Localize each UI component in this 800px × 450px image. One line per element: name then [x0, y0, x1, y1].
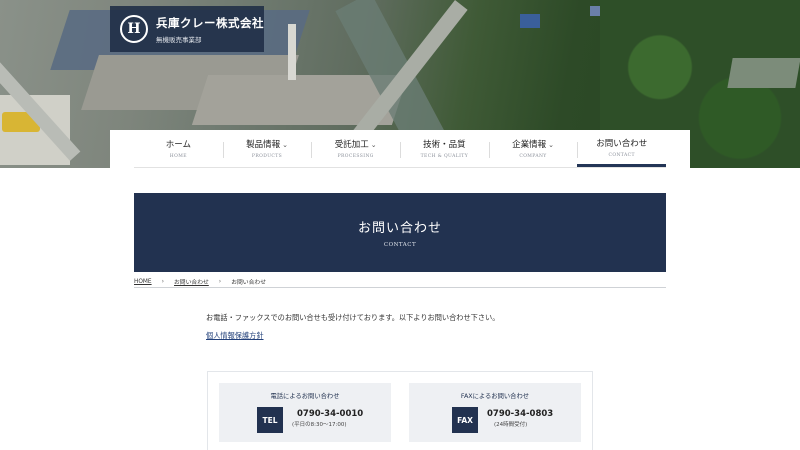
fax-number: 0790-34-0803: [487, 409, 554, 419]
breadcrumb: HOME › お問い合わせ › お問い合わせ: [134, 277, 266, 286]
nav-label: お問い合わせ: [596, 138, 648, 149]
breadcrumb-home-link[interactable]: HOME: [134, 279, 152, 285]
global-nav: ホーム HOME 製品情報 ⌄ PRODUCTS 受託加工 ⌄ PROCESSING…: [134, 130, 667, 168]
division-name: 無機販売事業部: [156, 35, 202, 44]
nav-label: 受託加工 ⌄: [334, 140, 377, 150]
chevron-down-icon: ⌄: [370, 141, 377, 149]
fax-contact-card: FAXによるお問い合わせ FAX 0790-34-0803 (24時間受付): [409, 383, 581, 442]
nav-item-contact[interactable]: お問い合わせ CONTACT: [577, 130, 667, 167]
logo-mark-icon: H: [120, 15, 148, 43]
fax-badge-icon: FAX: [452, 407, 478, 433]
nav-sublabel: PROCESSING: [337, 154, 374, 159]
privacy-policy-link[interactable]: 個人情報保護方針: [206, 331, 264, 341]
site-logo[interactable]: H 兵庫クレー株式会社 無機販売事業部: [110, 6, 264, 52]
fax-hours-note: (24時間受付): [494, 422, 528, 428]
breadcrumb-separator: ›: [218, 278, 222, 285]
tel-contact-card: 電話によるお問い合わせ TEL 0790-34-0010 (平日の8:30〜17…: [219, 383, 391, 442]
tel-card-title: 電話によるお問い合わせ: [270, 393, 340, 400]
nav-item-processing[interactable]: 受託加工 ⌄ PROCESSING: [311, 130, 400, 167]
nav-label: ホーム: [165, 140, 191, 150]
nav-item-products[interactable]: 製品情報 ⌄ PRODUCTS: [222, 130, 312, 167]
hero-building: [520, 14, 540, 28]
page-subtitle: CONTACT: [383, 242, 417, 248]
hero-tower: [288, 24, 296, 80]
company-name: 兵庫クレー株式会社: [156, 15, 264, 30]
nav-label: 製品情報 ⌄: [246, 140, 288, 150]
chevron-down-icon: ⌄: [548, 141, 554, 149]
breadcrumb-separator: ›: [161, 278, 164, 285]
logo-text: 兵庫クレー株式会社 無機販売事業部: [156, 15, 264, 44]
breadcrumb-divider: [134, 287, 666, 288]
breadcrumb-parent-link[interactable]: お問い合わせ: [174, 277, 209, 286]
nav-item-tech-quality[interactable]: 技術・品質 TECH & QUALITY: [400, 130, 489, 167]
nav-item-home[interactable]: ホーム HOME: [134, 130, 223, 167]
fax-card-title: FAXによるお問い合わせ: [460, 393, 530, 400]
page-title: お問い合わせ: [357, 221, 442, 236]
nav-item-company[interactable]: 企業情報 ⌄ COMPANY: [488, 130, 578, 167]
tel-hours-note: (平日の8:30〜17:00): [292, 422, 347, 428]
nav-sublabel: HOME: [169, 154, 187, 159]
tel-badge-icon: TEL: [257, 407, 283, 433]
tel-number-link[interactable]: 0790-34-0010: [297, 409, 363, 419]
hero-building: [727, 58, 800, 88]
chevron-down-icon: ⌄: [282, 141, 288, 149]
nav-sublabel: PRODUCTS: [251, 154, 283, 159]
nav-sublabel: TECH & QUALITY: [420, 154, 469, 159]
nav-sublabel: CONTACT: [608, 152, 635, 158]
page-title-banner: お問い合わせ CONTACT: [134, 193, 666, 272]
nav-sublabel: COMPANY: [519, 154, 547, 159]
nav-label: 技術・品質: [423, 140, 466, 150]
nav-label: 企業情報 ⌄: [512, 140, 554, 150]
intro-text: お電話・ファックスでのお問い合せも受け付けております。以下よりお問い合わせ下さい…: [206, 313, 500, 322]
breadcrumb-current: お問い合わせ: [231, 280, 266, 286]
